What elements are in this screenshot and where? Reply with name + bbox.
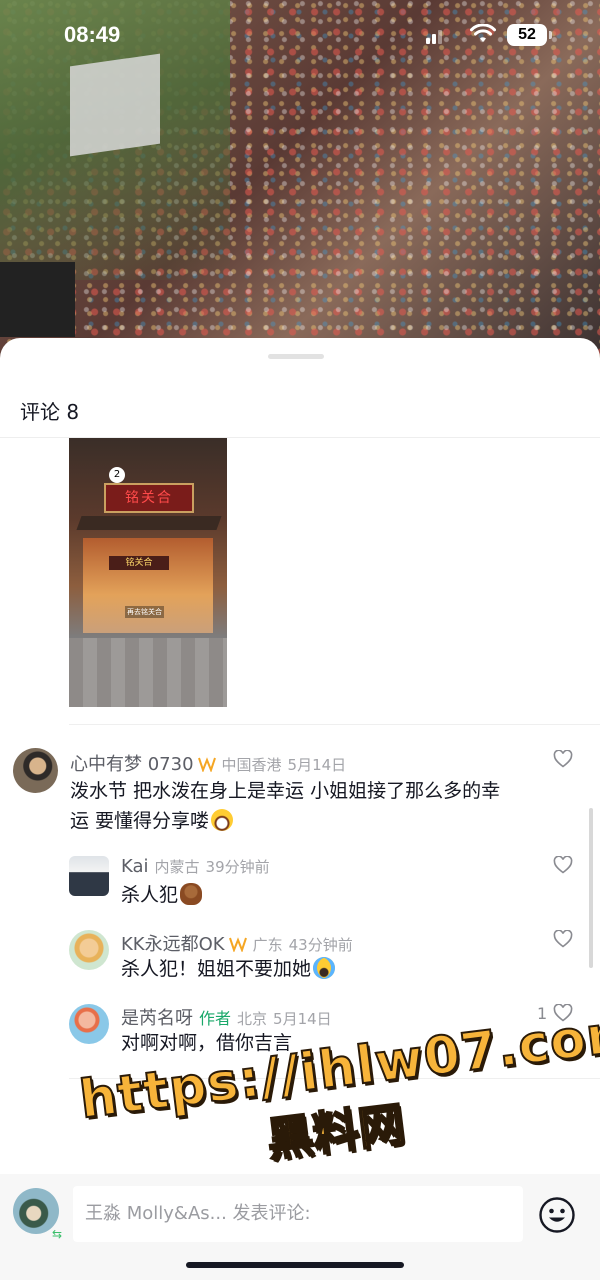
comment-location: 内蒙古	[154, 858, 200, 876]
comment-time: 5月14日	[287, 756, 347, 774]
comment-input[interactable]: 王淼 Molly&As... 发表评论:	[73, 1186, 523, 1242]
status-time: 08:49	[64, 22, 121, 47]
vip-badge-icon	[197, 757, 216, 772]
comment-meta: 是芮名呀 作者 北京 5月14日	[121, 1004, 332, 1030]
scrollbar[interactable]	[589, 808, 593, 968]
avatar[interactable]	[69, 1004, 109, 1044]
avatar[interactable]	[69, 856, 109, 896]
comment-text[interactable]: 杀人犯！姐姐不要加她	[121, 954, 336, 984]
image-pavement	[69, 638, 227, 707]
comment-location: 广东	[252, 936, 283, 954]
comment-text[interactable]: 杀人犯	[121, 880, 203, 910]
comment-meta: 心中有梦 0730 中国香港 5月14日	[70, 750, 346, 776]
commenter-name[interactable]: 是芮名呀	[121, 1008, 193, 1029]
wifi-icon	[470, 23, 496, 44]
comment-time: 43分钟前	[288, 936, 353, 954]
comment-divider	[69, 724, 600, 725]
comment-text[interactable]: 泼水节 把水泼在身上是幸运 小姐姐接了那么多的幸 运 要懂得分享喽	[70, 776, 570, 836]
image-caption: 再去铭关合	[125, 606, 164, 618]
sheet-header: 评论 8	[0, 376, 600, 438]
switch-account-icon[interactable]: ⇆	[52, 1228, 66, 1240]
comment-meta: Kai 内蒙古 39分钟前	[121, 856, 270, 877]
comment-count-title: 评论 8	[20, 400, 80, 424]
commenter-name[interactable]: KK永远都OK	[121, 934, 225, 955]
emoji-button[interactable]	[538, 1196, 576, 1234]
comment-location: 北京	[237, 1010, 268, 1028]
image-roof	[76, 516, 222, 530]
avatar[interactable]	[13, 748, 58, 793]
commenter-name[interactable]: Kai	[121, 856, 149, 877]
cellular-signal-icon	[426, 26, 446, 44]
comment-attached-image[interactable]: 2 铭关合 铭关合 再去铭关合	[69, 438, 227, 707]
grinning-face-icon	[211, 809, 234, 831]
author-tag: 作者	[199, 1009, 232, 1028]
image-neon-sign: 铭关合	[104, 483, 194, 513]
comment-location: 中国香港	[221, 756, 282, 774]
comment-time: 5月14日	[273, 1010, 332, 1028]
image-number-badge: 2	[109, 467, 125, 483]
crying-face-icon	[313, 957, 336, 979]
comment-text-line-2: 运 要懂得分享喽	[70, 806, 570, 836]
like-heart-icon[interactable]	[553, 930, 573, 948]
image-shopfront	[83, 538, 213, 633]
image-shop-sign: 铭关合	[109, 556, 169, 570]
like-heart-icon[interactable]	[553, 856, 573, 874]
status-bar: 08:49 52	[0, 0, 600, 70]
comment-meta: KK永远都OK 广东 43分钟前	[121, 930, 353, 956]
battery-icon: 52	[507, 24, 552, 46]
pile-of-poo-icon	[180, 883, 203, 905]
vip-badge-icon	[228, 937, 247, 952]
comment-time: 39分钟前	[205, 858, 270, 876]
comment-text-line-1: 泼水节 把水泼在身上是幸运 小姐姐接了那么多的幸	[70, 780, 501, 802]
sheet-drag-handle[interactable]	[268, 354, 324, 359]
home-indicator[interactable]	[186, 1262, 404, 1268]
avatar[interactable]	[69, 930, 109, 970]
commenter-name[interactable]: 心中有梦 0730	[70, 754, 194, 775]
video-doorway	[0, 262, 75, 337]
smiley-icon	[539, 1197, 575, 1233]
like-heart-icon[interactable]	[553, 750, 573, 768]
